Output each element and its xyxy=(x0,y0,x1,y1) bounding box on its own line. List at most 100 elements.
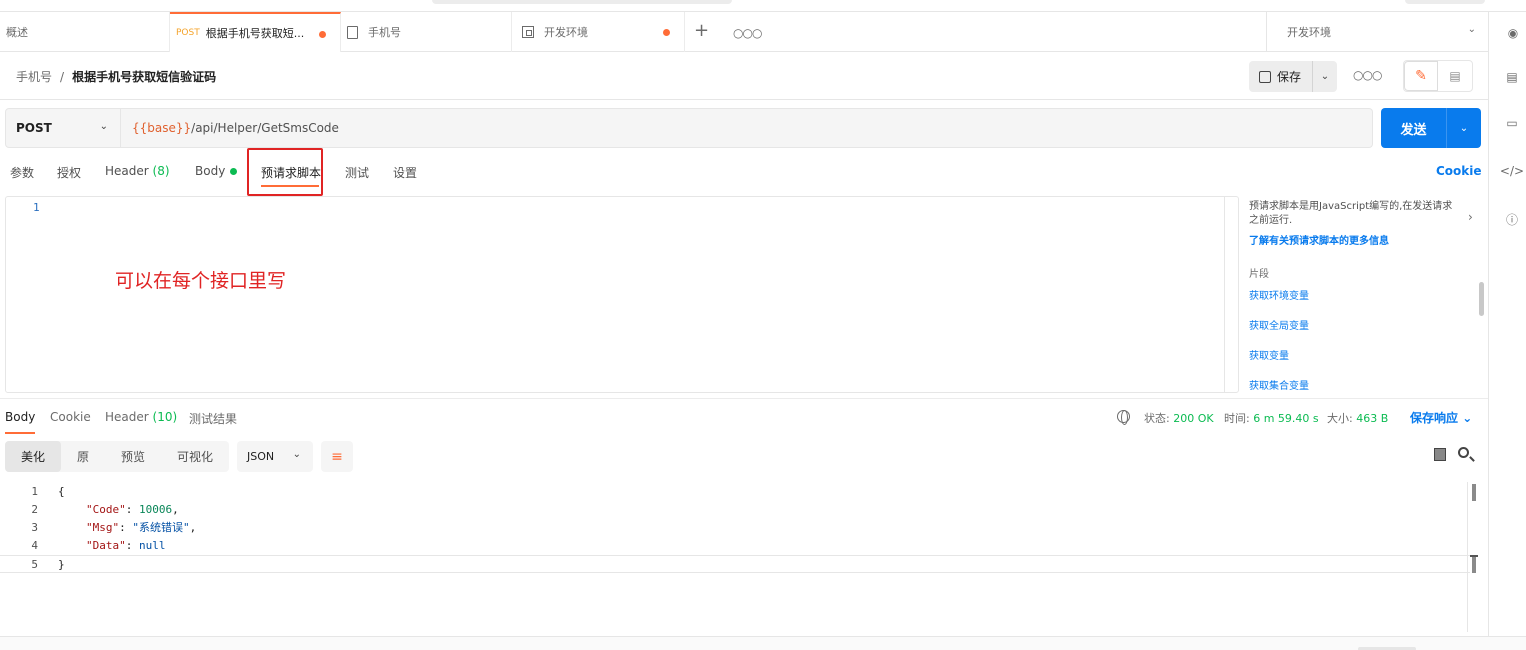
json-value: null xyxy=(139,538,166,552)
editor-line-number: 1 xyxy=(33,201,40,214)
top-right-controls[interactable] xyxy=(1405,0,1485,4)
code-line-number: 4 xyxy=(31,538,38,552)
documentation-icon[interactable]: ▤ xyxy=(1505,70,1519,84)
code-scroll-marker xyxy=(1470,555,1478,573)
send-options-chevron-icon[interactable]: ⌄ xyxy=(1447,108,1481,148)
breadcrumb-parent[interactable]: 手机号 xyxy=(16,68,52,85)
tab-settings[interactable]: 设置 xyxy=(393,164,417,181)
annotation-text: 可以在每个接口里写 xyxy=(115,270,287,292)
save-button-label: 保存 xyxy=(1277,70,1302,84)
eye-icon[interactable]: ◉ xyxy=(1505,26,1521,40)
environment-select[interactable]: 开发环境 ⌄ xyxy=(1266,12,1488,52)
chevron-down-icon: ⌄ xyxy=(1462,411,1473,425)
tab-request-active[interactable]: POST 根据手机号获取短... xyxy=(170,12,341,52)
tab-tests[interactable]: 测试 xyxy=(345,164,369,181)
save-options-chevron-icon[interactable]: ⌄ xyxy=(1313,71,1337,82)
code-field: "Msg": "系统错误", xyxy=(86,521,197,534)
code-scroll-track xyxy=(1467,482,1468,632)
chevron-right-icon[interactable]: › xyxy=(1468,210,1473,224)
cookie-link[interactable]: Cookie xyxy=(1436,164,1482,178)
tab-label: 开发环境 xyxy=(544,26,588,39)
more-tabs-icon[interactable]: ○○○ xyxy=(733,26,762,40)
info-icon[interactable]: ⓘ xyxy=(1505,212,1519,227)
prerequest-script-editor[interactable]: 1 xyxy=(5,196,1239,393)
tab-collection[interactable]: 手机号 xyxy=(341,12,512,52)
save-button[interactable]: 保存 xyxy=(1249,61,1313,92)
tab-params[interactable]: 参数 xyxy=(10,164,34,181)
tab-auth[interactable]: 授权 xyxy=(57,164,81,181)
json-suffix: , xyxy=(172,502,179,516)
annotation-highlight-box xyxy=(247,148,323,196)
editor-scrollbar[interactable] xyxy=(1224,197,1238,392)
comment-icon[interactable]: ▤ xyxy=(1438,61,1472,91)
comments-icon[interactable]: ▭ xyxy=(1505,116,1519,130)
search-icon[interactable] xyxy=(1458,447,1469,458)
breadcrumb: 手机号 / 根据手机号获取短信验证码 xyxy=(16,68,216,85)
view-raw-button[interactable]: 原 xyxy=(61,441,105,472)
tab-label: 根据手机号获取短... xyxy=(205,27,305,40)
url-input[interactable]: {{base}}/api/Helper/GetSmsCode xyxy=(121,108,1373,148)
view-visualize-button[interactable]: 可视化 xyxy=(161,441,229,472)
tab-headers[interactable]: Header (8) xyxy=(105,164,170,178)
snippets-description: 预请求脚本是用JavaScript编写的,在发送请求之前运行. xyxy=(1249,201,1453,226)
code-line: 2 "Code": 10006, xyxy=(0,500,1470,518)
response-body-viewer[interactable]: 1 { 2 "Code": 10006, 3 "Msg": "系统错误", 4 … xyxy=(0,482,1480,632)
code-scrollbar-thumb[interactable] xyxy=(1472,484,1476,501)
top-search-bar[interactable] xyxy=(432,0,732,4)
snippets-title: 片段 xyxy=(1249,269,1269,280)
snippet-link[interactable]: 获取全局变量 xyxy=(1249,317,1309,332)
resp-tab-body[interactable]: Body xyxy=(5,410,35,424)
send-button[interactable]: 发送 xyxy=(1381,108,1447,148)
json-suffix: , xyxy=(189,521,197,534)
tab-bar: 概述 POST 根据手机号获取短... 手机号 开发环境 + ○○○ xyxy=(0,12,1488,52)
view-mode-group: 美化 原 预览 可视化 xyxy=(5,441,229,472)
view-pretty-button[interactable]: 美化 xyxy=(5,441,61,472)
tab-method-badge: POST xyxy=(176,28,200,38)
tab-overview[interactable]: 概述 xyxy=(0,12,170,52)
breadcrumb-current[interactable]: 根据手机号获取短信验证码 xyxy=(72,68,216,85)
document-icon xyxy=(347,25,358,39)
snippet-link[interactable]: 获取变量 xyxy=(1249,347,1289,362)
pencil-icon[interactable]: ✎ xyxy=(1404,61,1439,91)
resp-tab-test-results[interactable]: 测试结果 xyxy=(189,410,237,427)
active-response-tab-underline xyxy=(5,432,35,434)
code-line-number: 5 xyxy=(31,557,38,571)
globe-icon[interactable] xyxy=(1117,410,1130,425)
tab-label: 手机号 xyxy=(368,26,401,39)
tab-environment[interactable]: 开发环境 xyxy=(512,12,685,52)
chevron-down-icon: ⌄ xyxy=(99,121,108,132)
snippets-scrollbar[interactable] xyxy=(1479,282,1484,316)
snippets-panel: 预请求脚本是用JavaScript编写的,在发送请求之前运行. 了解有关预请求脚… xyxy=(1244,196,1486,393)
snippet-link[interactable]: 获取环境变量 xyxy=(1249,287,1309,302)
url-variable: {{base}} xyxy=(132,121,192,135)
code-close-brace: } xyxy=(58,557,65,571)
resp-tab-cookie[interactable]: Cookie xyxy=(50,410,91,424)
format-select[interactable]: JSON ⌄ xyxy=(237,441,313,472)
code-field: "Data": null xyxy=(86,538,166,552)
code-line-number: 1 xyxy=(31,484,38,498)
tab-body-label: Body xyxy=(195,164,226,178)
size-info: 大小: 463 B xyxy=(1327,410,1388,426)
snippet-link[interactable]: 获取集合变量 xyxy=(1249,377,1309,392)
json-value: 10006 xyxy=(139,502,173,516)
code-field: "Code": 10006, xyxy=(86,502,179,516)
save-response-button[interactable]: 保存响应 ⌄ xyxy=(1410,409,1472,426)
environment-icon xyxy=(522,26,534,38)
format-value: JSON xyxy=(247,450,275,463)
code-line: 3 "Msg": "系统错误", xyxy=(0,518,1470,536)
view-preview-button[interactable]: 预览 xyxy=(105,441,161,472)
method-value: POST xyxy=(16,121,52,135)
learn-more-link[interactable]: 了解有关预请求脚本的更多信息 xyxy=(1249,232,1389,247)
wrap-lines-icon[interactable]: ≡ xyxy=(321,441,353,472)
json-value: "系统错误" xyxy=(132,521,190,534)
copy-icon[interactable] xyxy=(1434,448,1446,461)
resp-tab-headers[interactable]: Header (10) xyxy=(105,410,177,424)
chevron-down-icon: ⌄ xyxy=(1467,24,1476,35)
url-path: /api/Helper/GetSmsCode xyxy=(191,121,339,135)
code-icon[interactable]: </> xyxy=(1500,164,1524,178)
code-line-number: 3 xyxy=(31,520,38,534)
method-select[interactable]: POST ⌄ xyxy=(5,108,121,148)
more-actions-icon[interactable]: ○○○ xyxy=(1353,68,1382,82)
new-tab-plus-icon[interactable]: + xyxy=(694,22,709,40)
tab-body[interactable]: Body xyxy=(195,164,238,178)
